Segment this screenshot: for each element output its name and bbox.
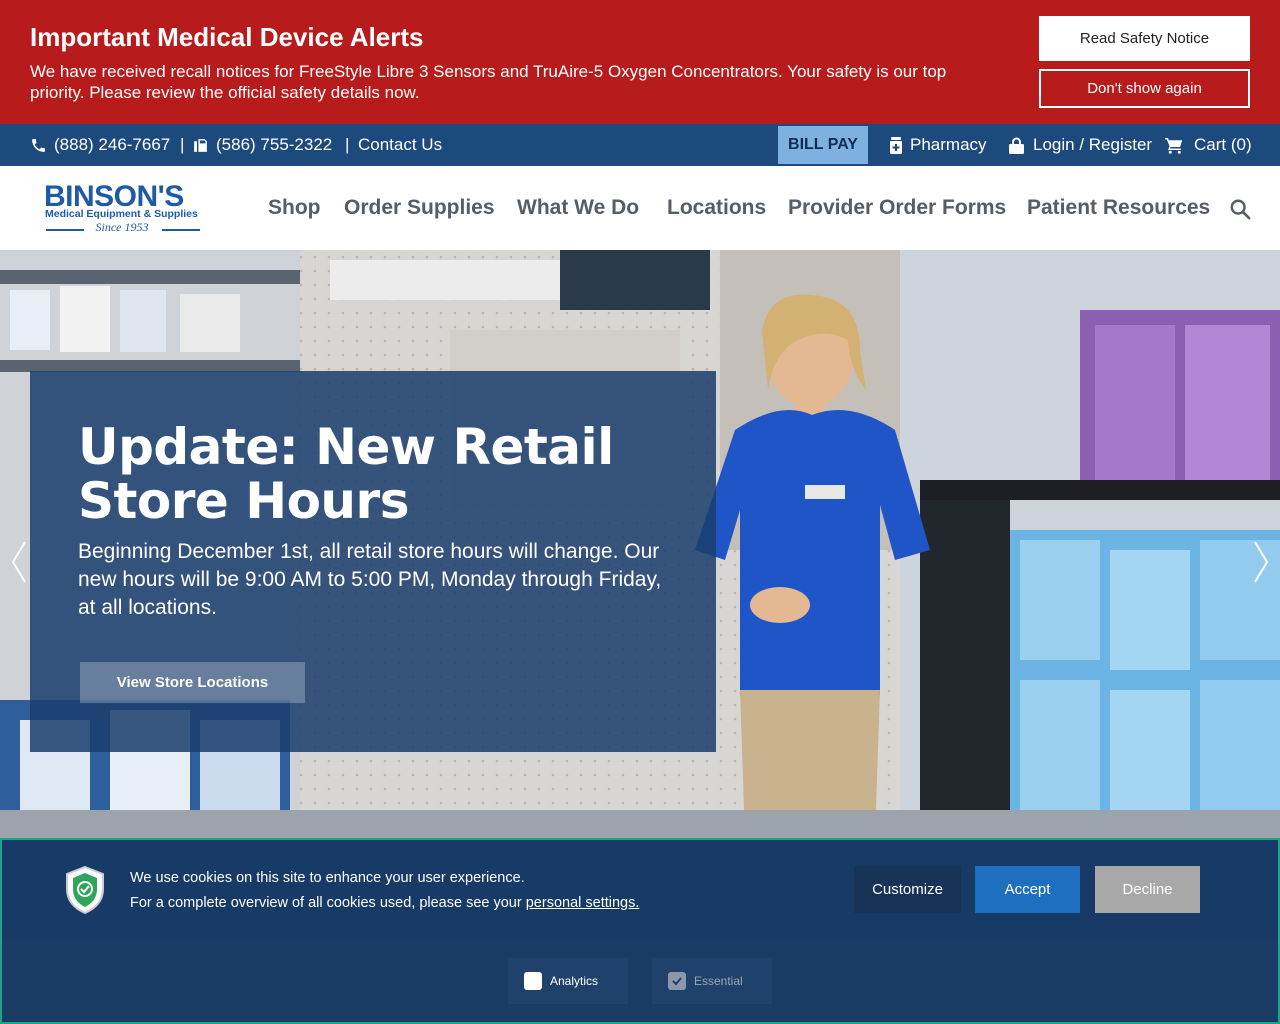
fax-icon	[194, 138, 207, 152]
dont-show-again-button[interactable]: Don't show again	[1039, 69, 1250, 108]
view-store-locations-button[interactable]: View Store Locations	[80, 662, 305, 703]
nav-order-supplies[interactable]: Order Supplies	[344, 166, 495, 250]
phone-number-2: (586) 755-2322	[216, 135, 333, 154]
analytics-label: Analytics	[550, 974, 599, 988]
shield-icon	[66, 865, 104, 915]
login-register-link[interactable]: Login / Register	[1009, 124, 1152, 166]
alert-banner: Important Medical Device Alerts We have …	[0, 0, 1280, 124]
alert-title: Important Medical Device Alerts	[30, 22, 424, 52]
login-label: Login / Register	[1033, 135, 1153, 154]
utility-bar: (888) 246-7667 | (586) 755-2322 | Contac…	[0, 124, 1280, 166]
phone-link-1[interactable]: (888) 246-7667	[30, 124, 170, 166]
decline-button[interactable]: Decline	[1095, 866, 1200, 913]
phone-number-1: (888) 246-7667	[54, 135, 171, 154]
customize-button[interactable]: Customize	[854, 866, 961, 913]
nav-locations[interactable]: Locations	[667, 166, 766, 250]
nav-patient-resources[interactable]: Patient Resources	[1027, 166, 1210, 250]
logo-since: Since 1953	[95, 220, 149, 234]
essential-checkbox: Essential	[652, 958, 772, 1004]
accept-button[interactable]: Accept	[975, 866, 1080, 913]
nav-what-we-do[interactable]: What We Do	[517, 166, 639, 250]
cart-link[interactable]: Cart (0)	[1165, 124, 1252, 166]
cookie-banner-header	[2, 840, 1278, 940]
essential-checkbox-box	[668, 972, 686, 990]
search-icon[interactable]	[1229, 198, 1251, 220]
nav-shop[interactable]: Shop	[268, 166, 321, 250]
checkmark-icon	[672, 977, 682, 986]
nav-provider-order-forms[interactable]: Provider Order Forms	[788, 166, 1006, 250]
separator: |	[345, 135, 350, 154]
analytics-checkbox[interactable]: Analytics	[508, 958, 628, 1004]
separator: |	[180, 135, 185, 154]
hero-title: Update: New Retail Store Hours	[78, 418, 614, 530]
alert-text: We have received recall notices for Free…	[30, 62, 947, 102]
pharmacy-icon	[890, 136, 902, 154]
pharmacy-label: Pharmacy	[910, 135, 987, 154]
cookie-message-2: For a complete overview of all cookies u…	[130, 895, 639, 911]
analytics-checkbox-box[interactable]	[524, 972, 542, 990]
logo-rule-right	[162, 229, 200, 231]
carousel-prev-arrow-icon[interactable]	[10, 540, 28, 584]
phone-icon	[32, 138, 45, 152]
binsons-logo[interactable]: BINSON'S Medical Equipment & Supplies Si…	[44, 180, 204, 238]
cookie-message: We use cookies on this site to enhance y…	[130, 870, 525, 886]
lock-icon	[1009, 137, 1024, 154]
read-safety-notice-button[interactable]: Read Safety Notice	[1039, 16, 1250, 61]
personal-settings-link[interactable]: personal settings.	[526, 895, 640, 911]
cart-label: Cart (0)	[1194, 135, 1252, 154]
bill-pay-button[interactable]: BILL PAY	[778, 126, 868, 164]
essential-label: Essential	[694, 974, 743, 988]
cart-icon	[1165, 137, 1183, 154]
logo-subtitle: Medical Equipment & Supplies	[45, 208, 198, 220]
pharmacy-link[interactable]: Pharmacy	[890, 124, 987, 166]
cookie-message-prefix: For a complete overview of all cookies u…	[130, 895, 526, 911]
hero-text: Beginning December 1st, all retail store…	[78, 540, 662, 619]
contact-us-link[interactable]: Contact Us	[358, 124, 442, 166]
carousel-next-arrow-icon[interactable]	[1252, 540, 1270, 584]
phone-link-2[interactable]: (586) 755-2322	[192, 124, 332, 166]
